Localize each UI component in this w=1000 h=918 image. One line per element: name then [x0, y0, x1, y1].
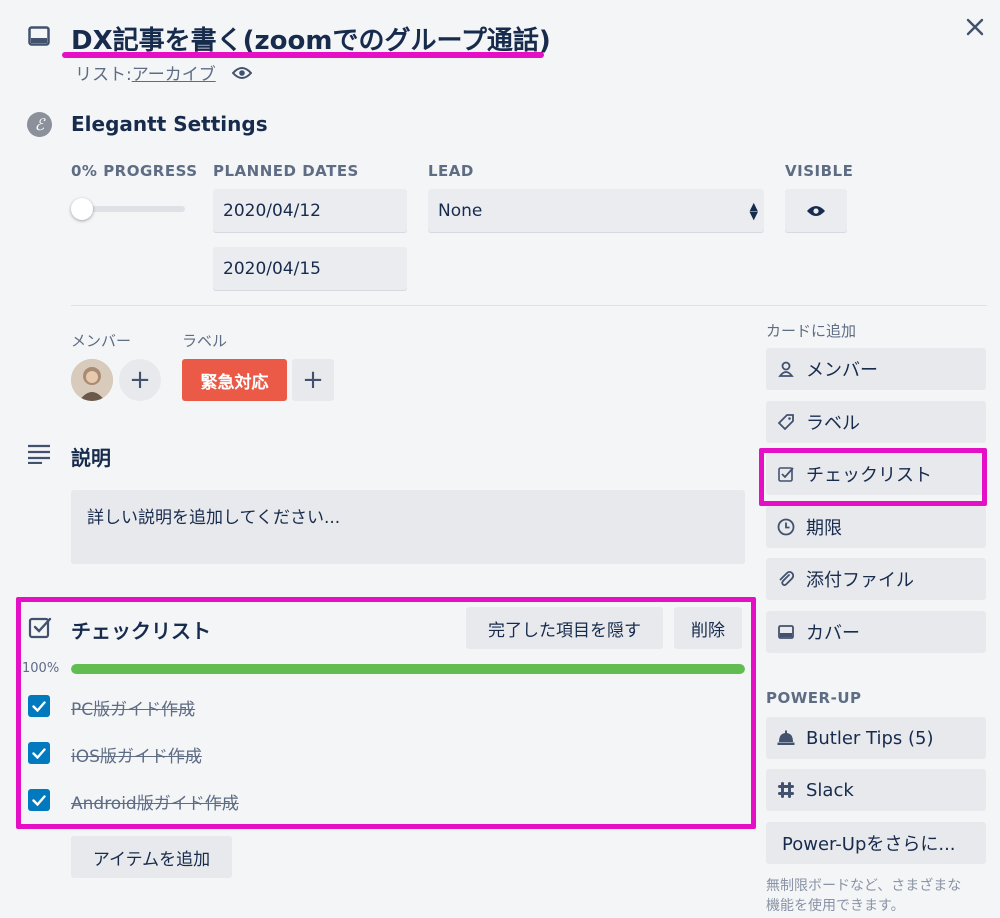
powerup-button-label: Slack	[806, 779, 854, 801]
sidebar-labels-button[interactable]: ラベル	[766, 401, 986, 443]
avatar[interactable]	[71, 359, 113, 401]
start-date-field[interactable]: 2020/04/12	[213, 189, 407, 232]
progress-slider-thumb[interactable]	[71, 198, 93, 220]
planned-dates-label: PLANNED DATES	[213, 162, 359, 180]
add-label-button[interactable]: +	[292, 359, 334, 401]
sidebar-button-label: メンバー	[806, 360, 878, 381]
lead-label: LEAD	[428, 162, 474, 180]
label-chip[interactable]: 緊急対応	[182, 359, 287, 401]
sidebar-button-label: カバー	[806, 623, 860, 644]
description-icon	[27, 444, 51, 468]
members-label: メンバー	[71, 332, 132, 350]
sidebar-checklist-highlight-annotation	[759, 448, 987, 506]
list-name-link[interactable]: アーカイブ	[132, 60, 216, 85]
paperclip-icon	[766, 570, 806, 588]
description-placeholder: 詳しい説明を追加してください...	[87, 508, 341, 528]
list-prefix: リスト:	[75, 65, 132, 85]
visible-label: VISIBLE	[785, 162, 854, 180]
powerup-note-line: 機能を使用できます。	[766, 898, 905, 914]
elegantt-logo-icon: ℰ	[27, 112, 52, 137]
tag-icon	[766, 414, 806, 430]
visible-toggle-button[interactable]	[785, 189, 847, 232]
powerup-note: 無制限ボードなど、さまざまな 機能を使用できます。	[766, 876, 961, 916]
slack-button[interactable]: Slack	[766, 769, 986, 811]
powerup-note-line: 無制限ボードなど、さまざまな	[766, 878, 962, 894]
bell-icon	[766, 730, 806, 746]
checklist-highlight-annotation	[16, 597, 756, 829]
lead-select[interactable]: None ▲ ▼	[428, 189, 764, 232]
add-member-button[interactable]: +	[119, 359, 161, 401]
labels-label: ラベル	[182, 332, 228, 350]
lead-select-value: None	[438, 200, 483, 221]
watch-eye-icon[interactable]	[231, 66, 252, 80]
sidebar-attachment-button[interactable]: 添付ファイル	[766, 558, 986, 600]
sidebar-button-label: 添付ファイル	[806, 570, 914, 591]
clock-icon	[766, 518, 806, 536]
cover-icon	[766, 625, 806, 639]
slack-icon	[766, 781, 806, 799]
eye-icon	[806, 204, 826, 218]
description-title: 説明	[71, 446, 111, 470]
sidebar-button-label: ラベル	[806, 413, 860, 434]
add-to-card-label: カードに追加	[766, 322, 857, 340]
progress-label: 0% PROGRESS	[71, 162, 198, 180]
add-item-button[interactable]: アイテムを追加	[71, 836, 232, 878]
more-powerups-button[interactable]: Power-Upをさらに...	[766, 822, 986, 864]
sidebar-members-button[interactable]: メンバー	[766, 348, 986, 390]
powerup-button-label: Power-Upをさらに...	[782, 834, 956, 855]
progress-slider[interactable]	[71, 198, 185, 220]
powerup-label: POWER-UP	[766, 689, 862, 707]
title-underline-annotation	[62, 52, 544, 58]
butler-tips-button[interactable]: Butler Tips (5)	[766, 717, 986, 759]
list-info: リスト: アーカイブ	[75, 60, 252, 85]
section-divider	[71, 305, 987, 306]
sidebar-button-label: 期限	[806, 518, 842, 539]
select-arrows-icon: ▲ ▼	[749, 199, 758, 222]
elegantt-title: Elegantt Settings	[71, 112, 268, 136]
card-icon	[28, 26, 50, 50]
powerup-button-label: Butler Tips (5)	[806, 727, 934, 749]
sidebar-cover-button[interactable]: カバー	[766, 611, 986, 653]
description-input[interactable]: 詳しい説明を追加してください...	[71, 490, 745, 564]
sidebar-due-date-button[interactable]: 期限	[766, 506, 986, 548]
end-date-field[interactable]: 2020/04/15	[213, 247, 407, 290]
person-icon	[766, 361, 806, 377]
close-icon[interactable]	[964, 16, 986, 42]
